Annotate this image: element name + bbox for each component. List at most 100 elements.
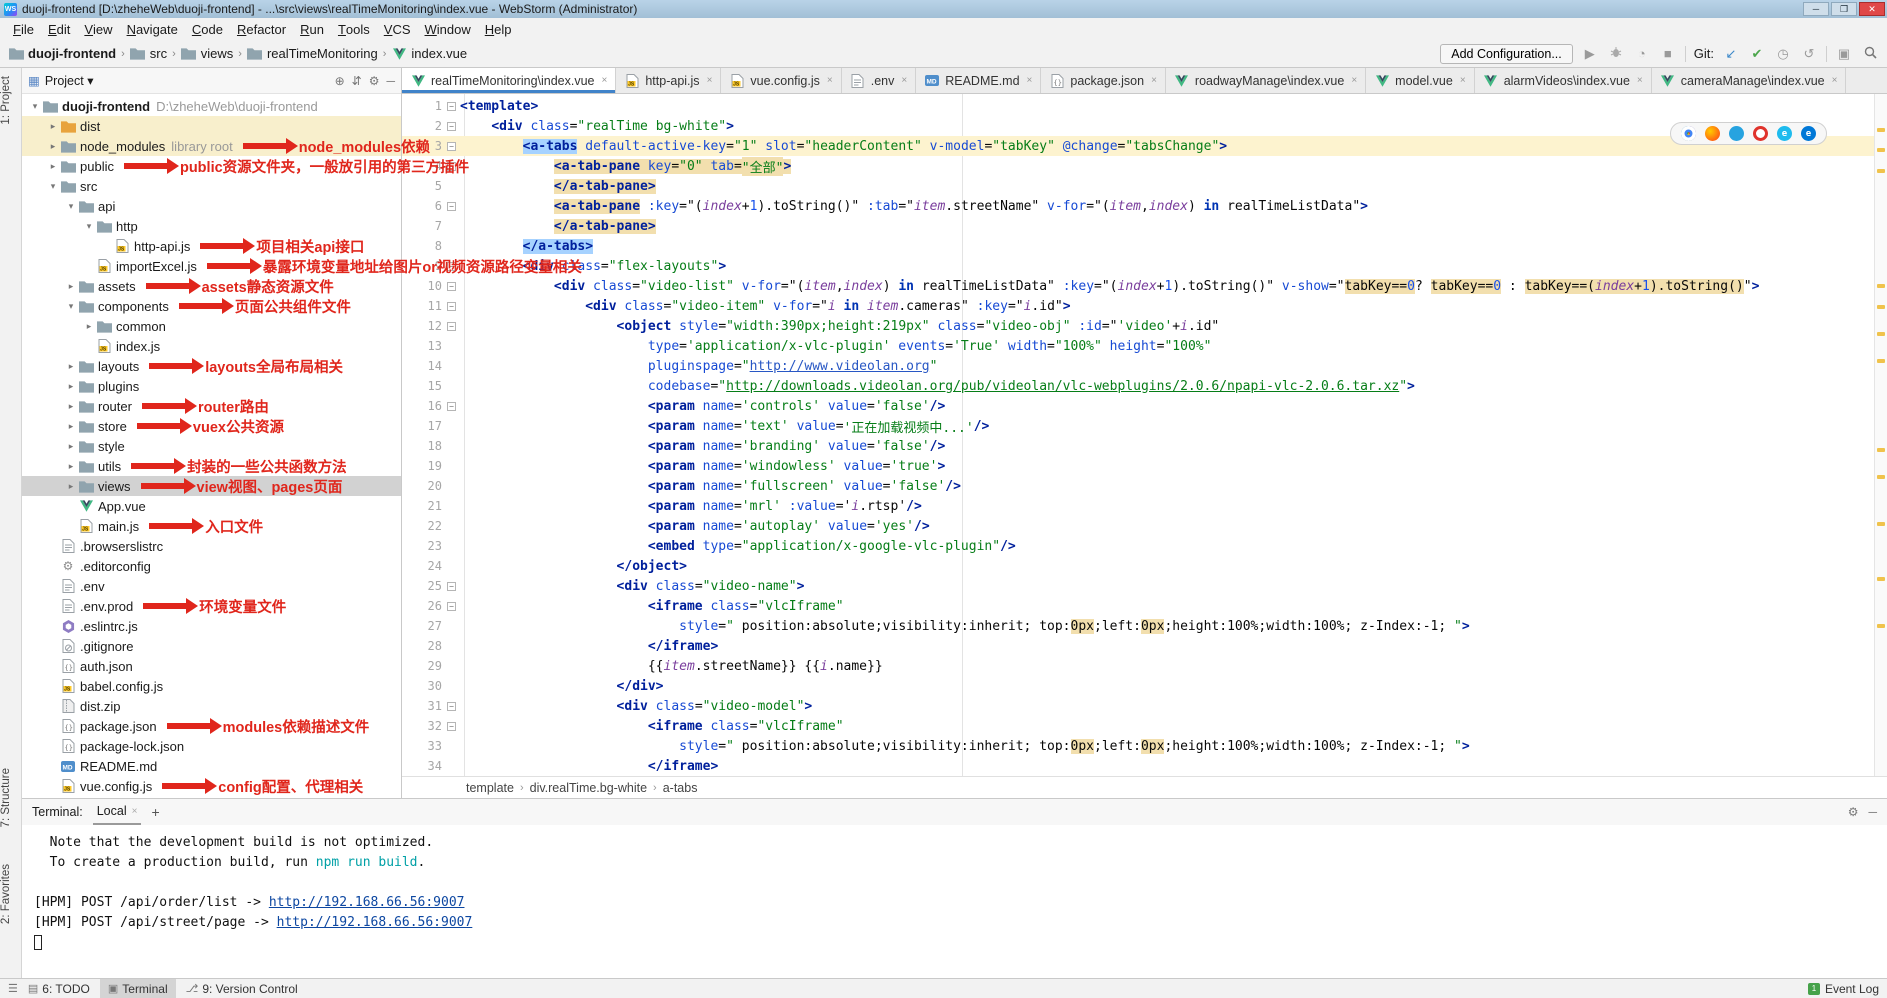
tree-chevron-icon[interactable]: ▸ xyxy=(64,421,78,432)
menu-code[interactable]: Code xyxy=(185,18,230,40)
debug-icon[interactable] xyxy=(1607,46,1625,61)
tree-item-importExcel-js[interactable]: JSimportExcel.js暴露环境变量地址给图片or视频资源路径变量相关 xyxy=(22,256,401,276)
tree-item--editorconfig[interactable]: ⚙.editorconfig xyxy=(22,556,401,576)
fold-marker-icon[interactable]: − xyxy=(447,142,456,151)
tree-chevron-icon[interactable]: ▸ xyxy=(64,461,78,472)
code-line-33[interactable]: 33− style=" position:absolute;visibility… xyxy=(402,736,1887,756)
menu-tools[interactable]: Tools xyxy=(331,18,377,40)
tree-item-layouts[interactable]: ▸layoutslayouts全局布局相关 xyxy=(22,356,401,376)
close-tab-icon[interactable]: × xyxy=(1351,75,1357,86)
search-everywhere-icon[interactable] xyxy=(1861,46,1879,62)
tree-item-common[interactable]: ▸common xyxy=(22,316,401,336)
safari-icon[interactable] xyxy=(1729,126,1744,141)
warning-mark-icon[interactable] xyxy=(1877,448,1885,452)
terminal-settings-icon[interactable]: ⚙ xyxy=(1848,805,1859,819)
code-line-18[interactable]: 18− <param name='branding' value='false'… xyxy=(402,436,1887,456)
tree-item-index-js[interactable]: JSindex.js xyxy=(22,336,401,356)
code-line-8[interactable]: 8− </a-tabs> xyxy=(402,236,1887,256)
code-line-14[interactable]: 14− pluginspage="http://www.videolan.org… xyxy=(402,356,1887,376)
tree-item-babel-config-js[interactable]: JSbabel.config.js xyxy=(22,676,401,696)
fold-marker-icon[interactable]: − xyxy=(447,702,456,711)
tree-item-package-json[interactable]: {}package.jsonmodules依赖描述文件 xyxy=(22,716,401,736)
event-log-button[interactable]: 1 Event Log xyxy=(1808,982,1879,996)
close-tab-icon[interactable]: × xyxy=(1151,75,1157,86)
tree-item-store[interactable]: ▸storevuex公共资源 xyxy=(22,416,401,436)
warning-mark-icon[interactable] xyxy=(1877,169,1885,173)
fold-marker-icon[interactable]: − xyxy=(447,402,456,411)
close-button[interactable]: ✕ xyxy=(1859,2,1885,16)
tree-chevron-icon[interactable]: ▸ xyxy=(64,361,78,372)
hide-panel-icon[interactable]: ─ xyxy=(386,74,395,88)
code-line-17[interactable]: 17− <param name='text' value='正在加载视频中...… xyxy=(402,416,1887,436)
tree-item--browserslistrc[interactable]: .browserslistrc xyxy=(22,536,401,556)
editor-tab-http-api-js[interactable]: JShttp-api.js× xyxy=(616,68,721,93)
editor-tab-roadwayManage-index-vue[interactable]: roadwayManage\index.vue× xyxy=(1166,68,1366,93)
fold-marker-icon[interactable]: − xyxy=(447,122,456,131)
git-commit-icon[interactable]: ✔ xyxy=(1748,46,1766,62)
tree-item-src[interactable]: ▾src xyxy=(22,176,401,196)
warning-mark-icon[interactable] xyxy=(1877,148,1885,152)
fold-marker-icon[interactable]: − xyxy=(447,722,456,731)
close-tab-icon[interactable]: × xyxy=(602,75,608,86)
tree-item-README-md[interactable]: MDREADME.md xyxy=(22,756,401,776)
code-line-27[interactable]: 27− style=" position:absolute;visibility… xyxy=(402,616,1887,636)
tree-item-style[interactable]: ▸style xyxy=(22,436,401,456)
tree-item-views[interactable]: ▸viewsview视图、pages页面 xyxy=(22,476,401,496)
tree-chevron-icon[interactable]: ▸ xyxy=(64,441,78,452)
new-terminal-session-button[interactable]: + xyxy=(151,804,159,820)
menu-help[interactable]: Help xyxy=(478,18,519,40)
tree-chevron-icon[interactable]: ▸ xyxy=(82,321,96,332)
close-terminal-tab-icon[interactable]: × xyxy=(132,806,138,817)
tree-item--gitignore[interactable]: .gitignore xyxy=(22,636,401,656)
code-line-4[interactable]: 4− <a-tab-pane key="0" tab="全部"> xyxy=(402,156,1887,176)
run-anything-icon[interactable]: ▣ xyxy=(1835,46,1853,62)
code-line-15[interactable]: 15− codebase="http://downloads.videolan.… xyxy=(402,376,1887,396)
tree-chevron-icon[interactable]: ▸ xyxy=(46,121,60,132)
todo-button[interactable]: ▤6: TODO xyxy=(20,979,98,998)
fold-marker-icon[interactable]: − xyxy=(447,282,456,291)
code-line-26[interactable]: 26− <iframe class="vlcIframe" xyxy=(402,596,1887,616)
menu-refactor[interactable]: Refactor xyxy=(230,18,293,40)
code-line-20[interactable]: 20− <param name='fullscreen' value='fals… xyxy=(402,476,1887,496)
fold-marker-icon[interactable]: − xyxy=(447,102,456,111)
code-line-19[interactable]: 19− <param name='windowless' value='true… xyxy=(402,456,1887,476)
version-control-button[interactable]: ⎇9: Version Control xyxy=(178,979,306,998)
menu-navigate[interactable]: Navigate xyxy=(120,18,185,40)
code-line-3[interactable]: 3− <a-tabs default-active-key="1" slot="… xyxy=(402,136,1887,156)
code-line-10[interactable]: 10− <div class="video-list" v-for="(item… xyxy=(402,276,1887,296)
editor-tab--env[interactable]: .env× xyxy=(842,68,916,93)
editor-breadcrumb-1[interactable]: div.realTime.bg-white xyxy=(530,781,647,795)
tree-item-duoji-frontend[interactable]: ▾duoji-frontendD:\zheheWeb\duoji-fronten… xyxy=(22,96,401,116)
tree-chevron-icon[interactable]: ▸ xyxy=(64,381,78,392)
editor-tab-README-md[interactable]: MDREADME.md× xyxy=(916,68,1041,93)
code-line-9[interactable]: 9− <div class="flex-layouts"> xyxy=(402,256,1887,276)
tree-chevron-icon[interactable]: ▾ xyxy=(64,201,78,212)
breadcrumb-item-src[interactable]: src xyxy=(130,46,167,62)
warning-mark-icon[interactable] xyxy=(1877,475,1885,479)
warning-mark-icon[interactable] xyxy=(1877,624,1885,628)
code-line-11[interactable]: 11− <div class="video-item" v-for="i in … xyxy=(402,296,1887,316)
fold-marker-icon[interactable]: − xyxy=(447,582,456,591)
code-line-1[interactable]: 1−<template> xyxy=(402,96,1887,116)
warning-mark-icon[interactable] xyxy=(1877,332,1885,336)
tree-chevron-icon[interactable]: ▸ xyxy=(64,281,78,292)
ie-icon[interactable]: e xyxy=(1777,126,1792,141)
tree-item--eslintrc-js[interactable]: .eslintrc.js xyxy=(22,616,401,636)
breadcrumb-item-index-vue[interactable]: index.vue xyxy=(391,46,467,62)
code-line-30[interactable]: 30− </div> xyxy=(402,676,1887,696)
tree-item-auth-json[interactable]: {}auth.json xyxy=(22,656,401,676)
terminal-output[interactable]: Note that the development build is not o… xyxy=(22,825,1887,978)
breadcrumb-item-duoji-frontend[interactable]: duoji-frontend xyxy=(8,46,116,62)
tree-chevron-icon[interactable]: ▾ xyxy=(64,301,78,312)
code-line-32[interactable]: 32− <iframe class="vlcIframe" xyxy=(402,716,1887,736)
project-view-selector[interactable]: Project ▾ xyxy=(45,73,94,88)
code-line-2[interactable]: 2− <div class="realTime bg-white"> xyxy=(402,116,1887,136)
maximize-button[interactable]: ❐ xyxy=(1831,2,1857,16)
close-tab-icon[interactable]: × xyxy=(1027,75,1033,86)
breadcrumb-item-realTimeMonitoring[interactable]: realTimeMonitoring xyxy=(247,46,378,62)
menu-view[interactable]: View xyxy=(77,18,119,40)
chrome-icon[interactable] xyxy=(1681,126,1696,141)
code-line-23[interactable]: 23− <embed type="application/x-google-vl… xyxy=(402,536,1887,556)
editor-tab-vue-config-js[interactable]: JSvue.config.js× xyxy=(721,68,841,93)
tree-item-dist-zip[interactable]: dist.zip xyxy=(22,696,401,716)
